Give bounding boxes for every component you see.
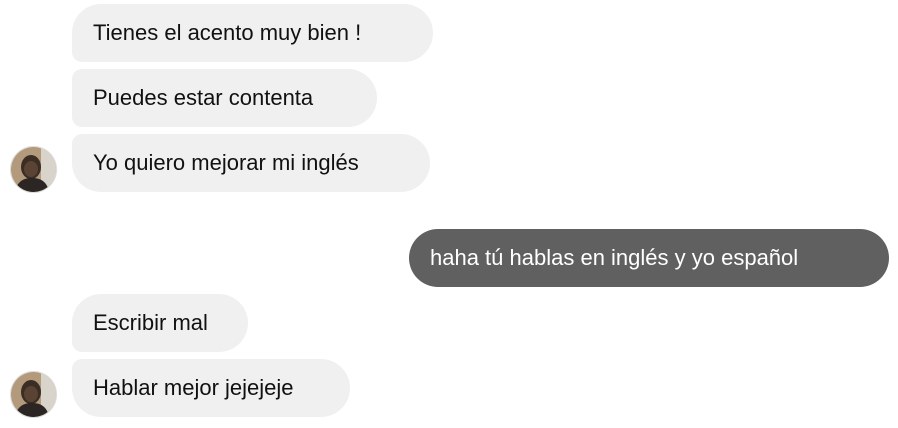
message-text: Hablar mejor jejejeje <box>93 375 294 400</box>
message-bubble-incoming[interactable]: Hablar mejor jejejeje <box>72 359 350 417</box>
message-bubble-incoming[interactable]: Tienes el acento muy bien ! <box>72 4 433 62</box>
message-text: haha tú hablas en inglés y yo español <box>430 245 799 270</box>
message-text: Tienes el acento muy bien ! <box>93 20 362 45</box>
person-photo-icon <box>11 372 56 417</box>
message-text: Escribir mal <box>93 310 208 335</box>
person-photo-icon <box>11 147 56 192</box>
message-bubble-incoming[interactable]: Yo quiero mejorar mi inglés <box>72 134 430 192</box>
message-bubble-outgoing[interactable]: haha tú hablas en inglés y yo español <box>409 229 889 287</box>
contact-avatar-icon[interactable] <box>10 371 57 418</box>
message-bubble-incoming[interactable]: Puedes estar contenta <box>72 69 377 127</box>
message-text: Puedes estar contenta <box>93 85 314 110</box>
message-text: Yo quiero mejorar mi inglés <box>93 150 359 175</box>
contact-avatar-icon[interactable] <box>10 146 57 193</box>
message-bubble-incoming[interactable]: Escribir mal <box>72 294 248 352</box>
